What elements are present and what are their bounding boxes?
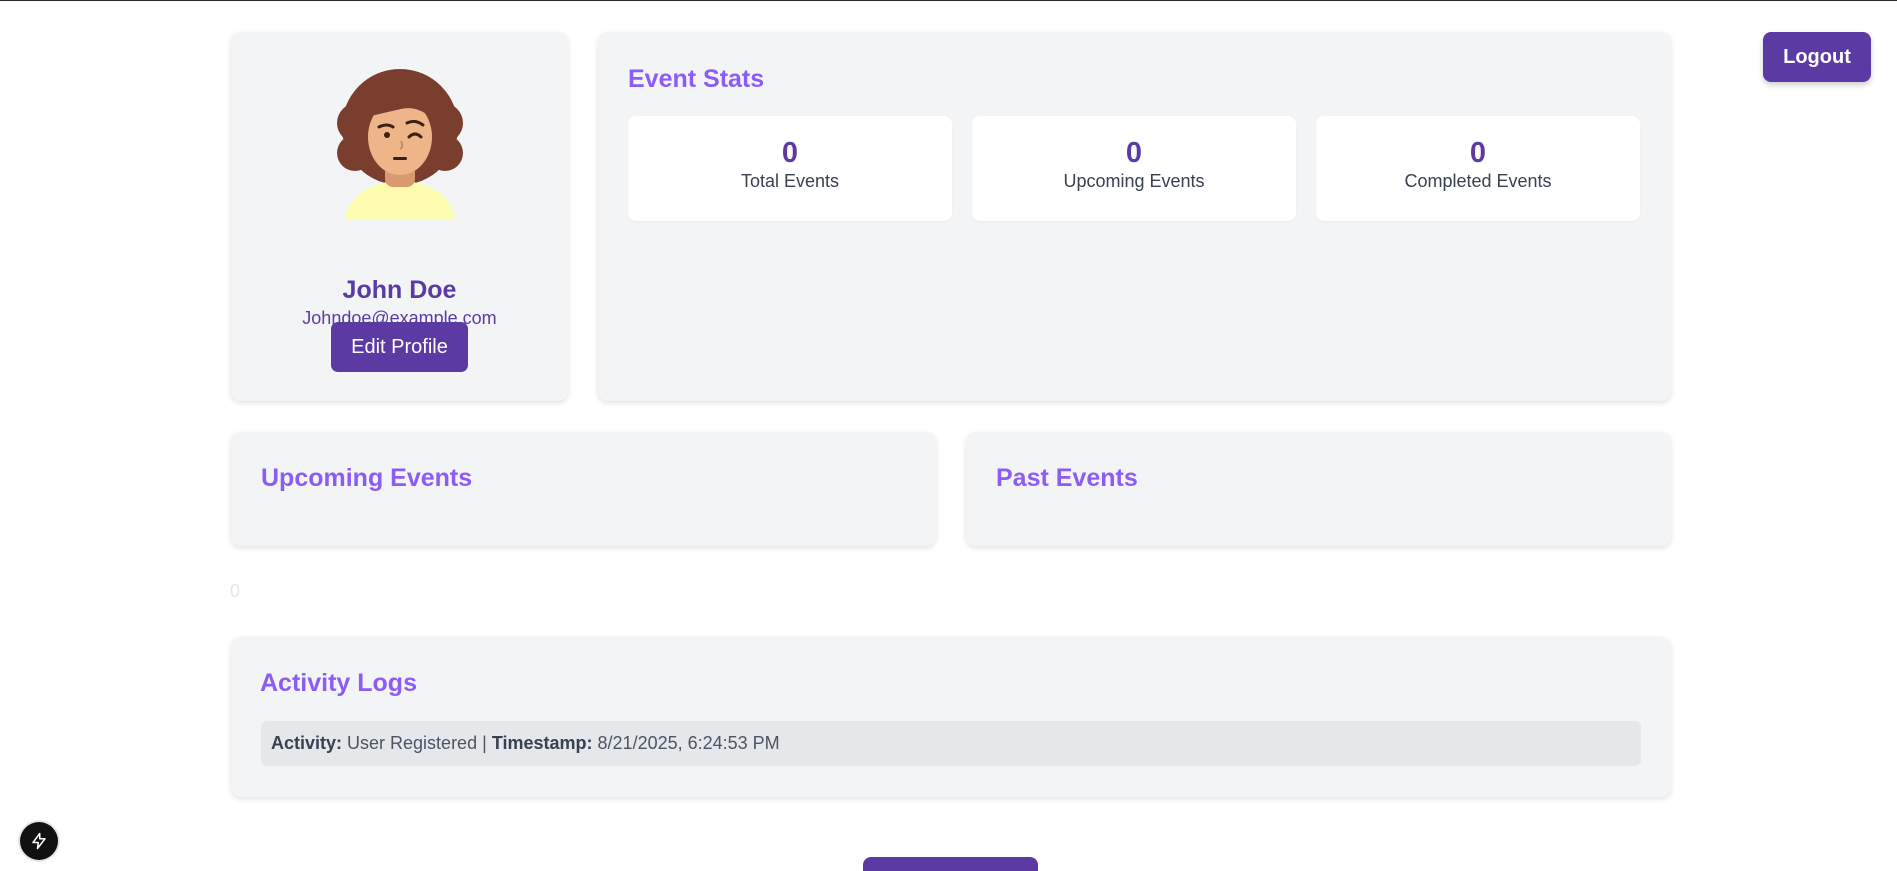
lightning-icon bbox=[32, 832, 46, 850]
stat-completed-events: 0 Completed Events bbox=[1316, 116, 1640, 221]
log-timestamp-key: Timestamp: bbox=[491, 733, 593, 753]
profile-card: John Doe Johndoe@example.com Edit Profil… bbox=[231, 32, 568, 401]
stat-label: Total Events bbox=[740, 171, 840, 191]
activity-logs-card: Activity Logs Activity: User Registered … bbox=[231, 637, 1671, 797]
stat-label: Completed Events bbox=[1404, 171, 1552, 191]
past-events-card: Past Events bbox=[966, 432, 1671, 546]
upcoming-events-card: Upcoming Events bbox=[231, 432, 936, 546]
stat-label: Upcoming Events bbox=[1063, 171, 1205, 191]
bottom-action-button[interactable] bbox=[863, 857, 1038, 871]
activity-logs-title: Activity Logs bbox=[260, 669, 417, 697]
event-stats-title: Event Stats bbox=[628, 65, 765, 93]
stray-count-text: 0 bbox=[230, 581, 241, 601]
profile-name: John Doe bbox=[342, 276, 457, 304]
stat-upcoming-events: 0 Upcoming Events bbox=[972, 116, 1296, 221]
stat-total-events: 0 Total Events bbox=[628, 116, 952, 221]
stat-value: 0 bbox=[1469, 137, 1487, 169]
dev-tools-indicator[interactable] bbox=[20, 822, 58, 860]
edit-profile-button[interactable]: Edit Profile bbox=[331, 322, 468, 372]
log-activity-key: Activity: bbox=[271, 733, 343, 753]
event-stats-card: Event Stats 0 Total Events 0 Upcoming Ev… bbox=[598, 32, 1671, 401]
activity-log-row: Activity: User Registered | Timestamp: 8… bbox=[261, 721, 1641, 766]
stat-value: 0 bbox=[781, 137, 799, 169]
avatar bbox=[337, 69, 463, 220]
past-events-title: Past Events bbox=[996, 464, 1138, 492]
log-activity-value: User Registered bbox=[347, 733, 478, 753]
stat-value: 0 bbox=[1125, 137, 1143, 169]
log-timestamp-value: 8/21/2025, 6:24:53 PM bbox=[597, 733, 780, 753]
log-separator: | bbox=[482, 733, 487, 753]
upcoming-events-title: Upcoming Events bbox=[261, 464, 473, 492]
logout-button[interactable]: Logout bbox=[1763, 32, 1871, 82]
